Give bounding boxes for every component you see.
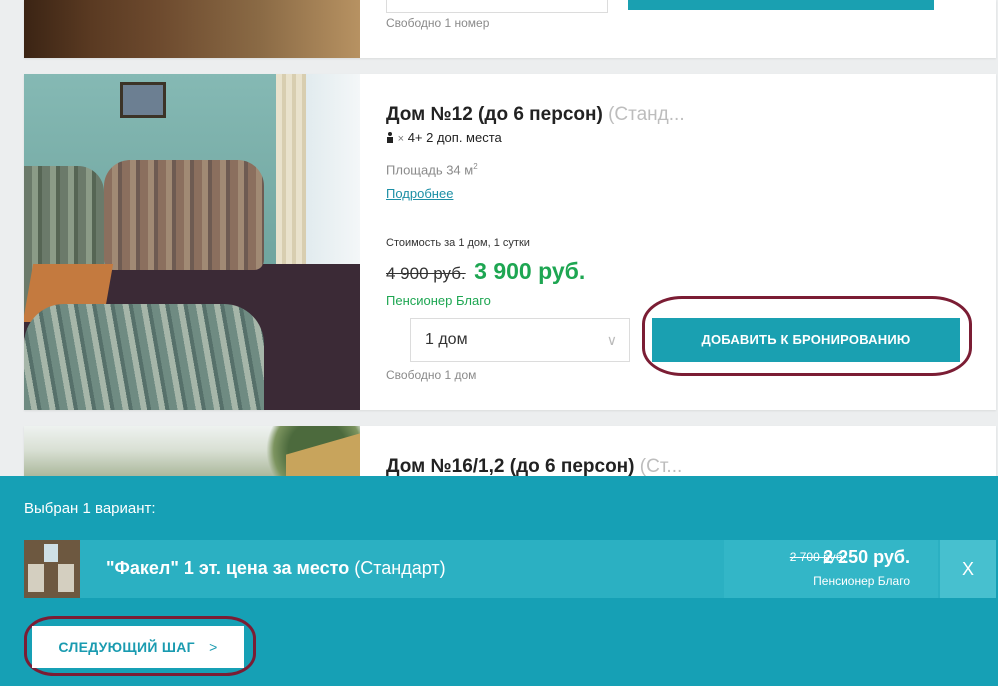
tariff-name: Пенсионер Благо [386,293,491,308]
selection-bar: Выбран 1 вариант: "Факел" 1 эт. цена за … [0,476,998,686]
room-photo[interactable] [24,0,360,58]
room-title-text: Дом №12 (до 6 персон) [386,104,603,125]
room-info: Дом №12 (до 6 персон) (Станд... × 4+ 2 д… [386,74,996,410]
guests-multiplier: × [397,133,405,145]
room-area: Площадь 34 м2 [386,162,478,178]
old-price: 4 900 руб. [386,264,466,283]
selected-item-thumbnail [24,540,80,598]
selected-tariff: Пенсионер Благо [813,574,910,588]
quantity-value: 1 дом [425,331,468,348]
room-card-previous: Свободно 1 номер [24,0,996,58]
room-info: Свободно 1 номер [386,0,996,58]
add-to-booking-button[interactable] [628,0,934,10]
room-category: (Ст... [639,456,683,477]
quantity-select[interactable]: 1 дом ∨ [410,318,630,362]
next-step-button[interactable]: СЛЕДУЮЩИЙ ШАГ > [32,626,244,668]
chevron-down-icon: ∨ [606,332,617,348]
room-category: (Станд... [608,104,685,125]
selected-item-price: 2 700 руб. 2 250 руб. Пенсионер Благо [724,540,938,598]
guests-info: × 4+ 2 доп. места [386,130,502,145]
room-photo[interactable] [24,74,360,410]
room-card-dom-12: Дом №12 (до 6 персон) (Станд... × 4+ 2 д… [24,74,996,410]
booking-page: Свободно 1 номер Дом №12 (до 6 персон) (… [0,0,998,686]
sofa [104,160,264,270]
room-title[interactable]: Дом №12 (до 6 персон) (Станд... [386,104,685,126]
quantity-select[interactable] [386,0,608,13]
availability-text: Свободно 1 номер [386,16,490,30]
selected-item-name: "Факел" 1 эт. цена за место (Стандарт) [106,558,446,579]
price-block: 4 900 руб. 3 900 руб. [386,258,585,285]
new-price: 3 900 руб. [474,258,586,284]
selected-item-category: (Стандарт) [354,558,446,578]
next-step-label: СЛЕДУЮЩИЙ ШАГ [58,639,195,655]
person-icon [386,132,394,143]
add-to-booking-button[interactable]: ДОБАВИТЬ К БРОНИРОВАНИЮ [652,318,960,362]
cost-label: Стоимость за 1 дом, 1 сутки [386,237,530,249]
selected-item: "Факел" 1 эт. цена за место (Стандарт) 2… [24,540,996,598]
details-link[interactable]: Подробнее [386,186,453,201]
selected-item-title: "Факел" 1 эт. цена за место [106,558,350,578]
chevron-right-icon: > [209,639,218,655]
armchair [24,304,264,410]
selected-new-price: 2 250 руб. [823,547,910,567]
room-title[interactable]: Дом №16/1,2 (до 6 персон) (Ст... [386,456,682,478]
room-title-text: Дом №16/1,2 (до 6 персон) [386,456,635,477]
availability-text: Свободно 1 дом [386,368,477,382]
guests-count: 4+ 2 доп. места [407,130,502,145]
wall-picture [120,82,166,118]
remove-item-button[interactable]: X [940,540,996,598]
selection-heading: Выбран 1 вариант: [24,500,156,517]
